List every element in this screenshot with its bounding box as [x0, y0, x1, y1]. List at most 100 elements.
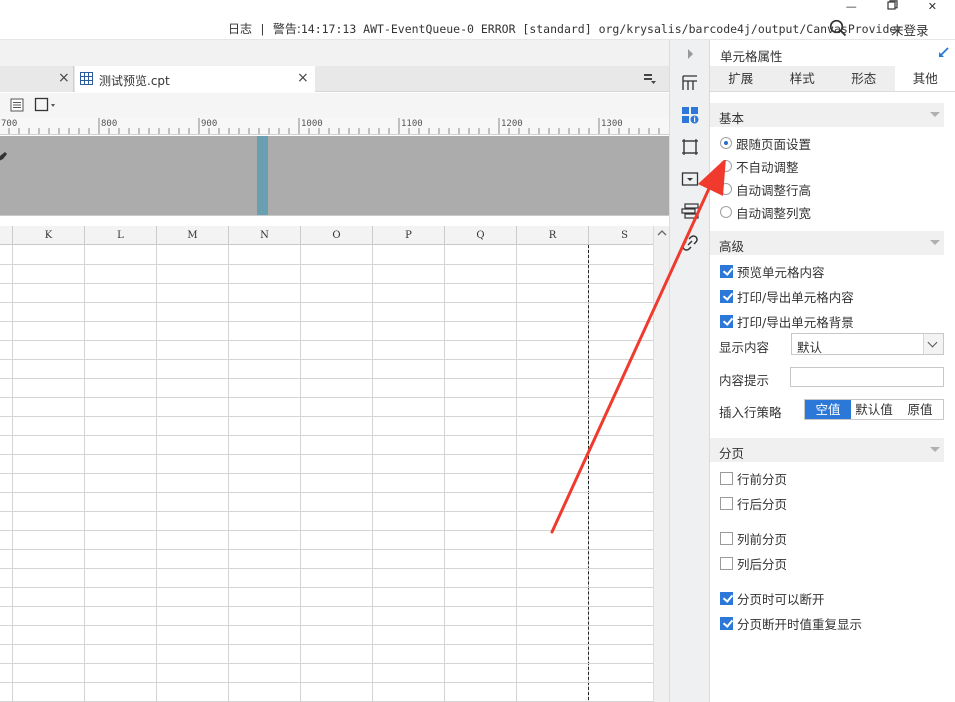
column-header[interactable]: O: [300, 226, 372, 245]
grid-row-line: [0, 283, 653, 284]
column-header[interactable]: R: [516, 226, 588, 245]
widget-icon[interactable]: [681, 170, 699, 188]
checkbox-label: 打印/导出单元格背景: [737, 314, 854, 330]
radio-button[interactable]: [720, 183, 732, 195]
column-header[interactable]: L: [84, 226, 156, 245]
report-block-icon[interactable]: [681, 202, 699, 220]
cell-attribute-icon[interactable]: [681, 106, 699, 124]
checkbox-print-export-content[interactable]: 打印/导出单元格内容: [720, 287, 854, 305]
section-paging-header[interactable]: 分页: [710, 438, 944, 462]
checkbox[interactable]: [720, 556, 733, 570]
grid-row-line: [0, 264, 653, 265]
search-icon[interactable]: [829, 19, 847, 37]
column-header[interactable]: S: [588, 226, 653, 245]
display-content-select[interactable]: 默认: [791, 333, 944, 355]
radio-label: 跟随页面设置: [736, 136, 812, 152]
align-icon[interactable]: [10, 98, 24, 112]
tab-expand[interactable]: 扩展: [710, 66, 772, 91]
radio-button[interactable]: [720, 206, 732, 218]
checkbox-label: 预览单元格内容: [737, 264, 825, 280]
collapse-arrow-icon[interactable]: [930, 240, 940, 245]
column-header[interactable]: Q: [444, 226, 516, 245]
column-header[interactable]: P: [372, 226, 444, 245]
floating-element-icon[interactable]: [681, 138, 699, 156]
tab-other[interactable]: 其他: [894, 66, 955, 91]
collapse-arrow-icon[interactable]: [930, 447, 940, 452]
checkbox-preview-content[interactable]: 预览单元格内容: [720, 262, 825, 280]
cell-element-icon[interactable]: [681, 74, 699, 92]
ruler-label: 1000: [301, 119, 323, 129]
radio-follow-page[interactable]: 跟随页面设置: [720, 134, 811, 152]
select-value: 默认: [797, 340, 823, 355]
grid-row-line: [0, 663, 653, 664]
radio-label: 自动调整列宽: [736, 205, 812, 221]
preview-marker[interactable]: [257, 136, 268, 215]
grid-row-line: [0, 416, 653, 417]
grid-row-line: [0, 530, 653, 531]
checkbox-can-break-on-paging[interactable]: 分页时可以断开: [720, 589, 825, 607]
minimize-icon[interactable]: —: [846, 0, 857, 13]
checkbox[interactable]: [720, 496, 733, 510]
pin-icon[interactable]: [938, 46, 950, 58]
tab-test-preview[interactable]: 测试预览.cpt ×: [75, 66, 315, 92]
column-header[interactable]: K: [12, 226, 84, 245]
scroll-up-icon[interactable]: [657, 229, 667, 237]
window-controls: — ✕: [846, 0, 937, 13]
panel-tab-bar: 扩展 样式 形态 其他: [710, 66, 955, 92]
spreadsheet-grid[interactable]: KLMNOPQRS: [0, 226, 653, 702]
checkbox-break-after-column[interactable]: 列后分页: [720, 554, 787, 572]
checkbox-label: 列后分页: [737, 556, 788, 572]
hyperlink-icon[interactable]: [681, 234, 699, 252]
pen-icon: [0, 152, 7, 161]
checkbox-break-after-row[interactable]: 行后分页: [720, 494, 787, 512]
checkbox-label: 分页断开时值重复显示: [737, 616, 863, 632]
radio-button[interactable]: [720, 160, 732, 172]
checkbox[interactable]: [720, 591, 733, 605]
close-icon[interactable]: ×: [297, 71, 309, 85]
checkbox-break-before-column[interactable]: 列前分页: [720, 529, 787, 547]
close-window-icon[interactable]: ✕: [928, 0, 937, 13]
radio-button[interactable]: [720, 137, 732, 149]
checkbox[interactable]: [720, 616, 733, 630]
tab-form[interactable]: 形态: [833, 66, 895, 91]
policy-empty-button[interactable]: 空值: [805, 400, 851, 419]
close-icon[interactable]: ×: [58, 71, 70, 85]
collapse-arrow-icon[interactable]: [930, 112, 940, 117]
grid-row-line: [0, 321, 653, 322]
radio-no-auto-adjust[interactable]: 不自动调整: [720, 157, 799, 175]
checkbox[interactable]: [720, 289, 733, 303]
checkbox-print-export-background[interactable]: 打印/导出单元格背景: [720, 312, 854, 330]
checkbox-repeat-value-on-break[interactable]: 分页断开时值重复显示: [720, 614, 862, 632]
column-header-row: KLMNOPQRS: [0, 226, 653, 245]
chevron-down-icon[interactable]: [923, 334, 943, 354]
checkbox[interactable]: [720, 314, 733, 328]
insert-row-policy-segmented: 空值 默认值 原值: [804, 399, 944, 420]
grid-row-line: [0, 435, 653, 436]
policy-original-button[interactable]: 原值: [897, 400, 943, 419]
tab-previous-document[interactable]: ×: [0, 66, 74, 92]
tab-list-menu-icon[interactable]: [643, 72, 657, 86]
checkbox[interactable]: [720, 264, 733, 278]
checkbox[interactable]: [720, 531, 733, 545]
vertical-scrollbar[interactable]: [653, 226, 669, 702]
login-button[interactable]: 未登录: [891, 20, 929, 39]
checkbox[interactable]: [720, 471, 733, 485]
radio-auto-column-width[interactable]: 自动调整列宽: [720, 203, 811, 221]
restore-icon[interactable]: [887, 0, 898, 12]
grid-row-line: [0, 359, 653, 360]
section-basic-header[interactable]: 基本: [710, 103, 944, 127]
content-tip-input[interactable]: [790, 367, 944, 387]
tab-style[interactable]: 样式: [772, 66, 834, 91]
expand-arrow-icon[interactable]: [681, 45, 699, 63]
grid-row-line: [0, 492, 653, 493]
checkbox-break-before-row[interactable]: 行前分页: [720, 469, 787, 487]
radio-auto-row-height[interactable]: 自动调整行高: [720, 180, 811, 198]
border-dropdown-icon[interactable]: [34, 97, 58, 113]
log-label[interactable]: 日志: [228, 22, 252, 36]
column-header[interactable]: N: [228, 226, 300, 245]
section-advanced-header[interactable]: 高级: [710, 231, 944, 255]
column-header[interactable]: M: [156, 226, 228, 245]
policy-default-button[interactable]: 默认值: [851, 400, 897, 419]
log-status-line[interactable]: 日志 | 警告:14:17:13 AWT-EventQueue-0 ERROR …: [228, 20, 903, 37]
tab-label: 测试预览.cpt: [99, 74, 170, 88]
